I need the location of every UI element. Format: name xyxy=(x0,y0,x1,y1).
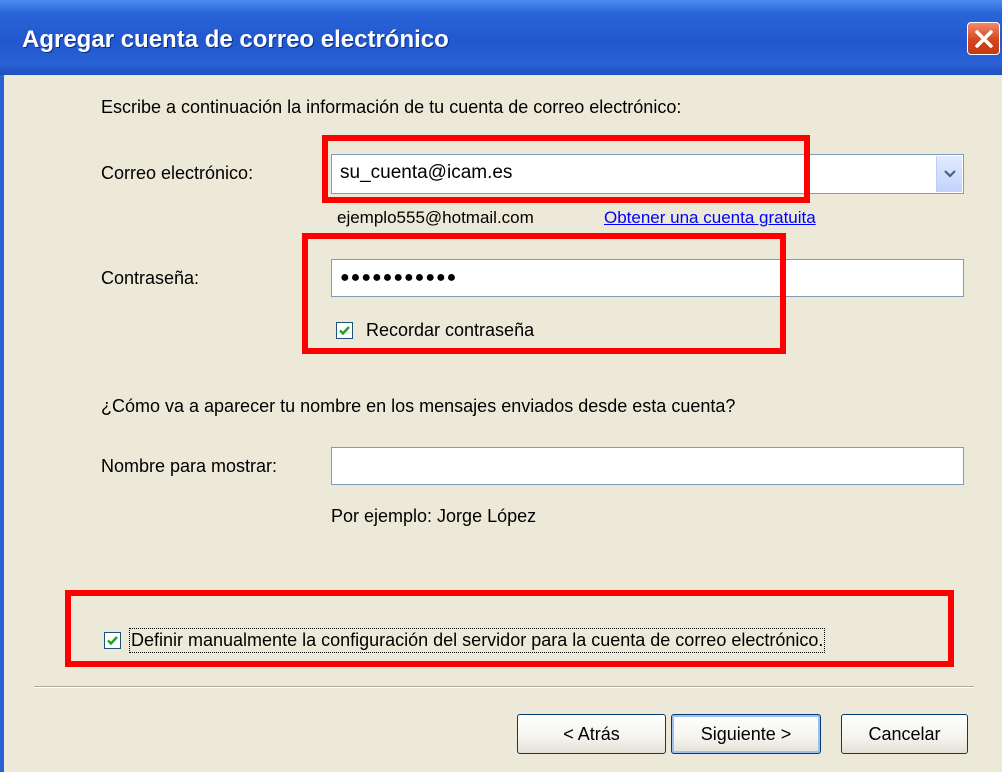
back-button[interactable]: < Atrás xyxy=(517,714,666,754)
close-icon xyxy=(975,30,993,48)
cancel-button[interactable]: Cancelar xyxy=(841,714,968,754)
intro-text: Escribe a continuación la información de… xyxy=(101,97,682,117)
title-bar[interactable]: Agregar cuenta de correo electrónico xyxy=(0,0,1002,75)
window-border xyxy=(0,75,4,772)
chevron-down-icon xyxy=(944,170,956,178)
add-email-account-dialog: Agregar cuenta de correo electrónico Esc… xyxy=(0,0,1002,772)
email-label: Correo electrónico: xyxy=(101,163,254,183)
display-name-field[interactable] xyxy=(331,447,964,485)
combo-dropdown-button[interactable] xyxy=(936,156,962,192)
window-title: Agregar cuenta de correo electrónico xyxy=(22,26,449,53)
close-button[interactable] xyxy=(967,22,1000,55)
display-name-question: ¿Cómo va a aparecer tu nombre en los men… xyxy=(101,396,736,416)
next-button[interactable]: Siguiente > xyxy=(671,714,821,754)
display-name-label: Nombre para mostrar: xyxy=(101,456,278,476)
password-label: Contraseña: xyxy=(101,268,200,288)
separator xyxy=(34,686,974,688)
email-example: ejemplo555@hotmail.com xyxy=(337,208,534,227)
display-name-example: Por ejemplo: Jorge López xyxy=(331,506,537,526)
email-highlight-box xyxy=(322,135,810,203)
manual-config-highlight-box xyxy=(65,590,954,667)
free-account-link[interactable]: Obtener una cuenta gratuita xyxy=(604,208,816,228)
password-highlight-box xyxy=(302,233,786,354)
